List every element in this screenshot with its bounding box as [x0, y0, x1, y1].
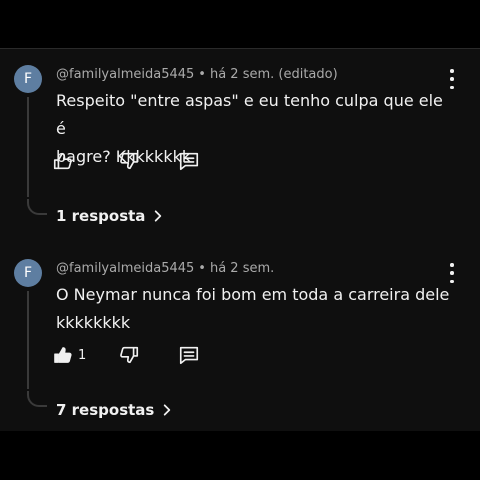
timestamp[interactable]: há 2 sem.	[210, 67, 274, 82]
thumbs-down-icon	[120, 346, 139, 364]
thumbs-up-icon	[53, 152, 72, 170]
reply-button[interactable]	[178, 149, 200, 173]
avatar[interactable]: F	[14, 65, 42, 93]
comment-actions	[52, 149, 212, 173]
thread-curve	[27, 391, 47, 407]
thread-line	[27, 291, 29, 389]
like-count: 1	[78, 347, 87, 363]
view-replies-button[interactable]: 1 resposta	[56, 207, 165, 225]
like-button[interactable]: 1	[52, 343, 86, 367]
thumbs-down-icon	[120, 152, 139, 170]
view-replies-button[interactable]: 7 respostas	[56, 401, 174, 419]
comment-text-line-1: Respeito "entre aspas" e eu tenho culpa …	[56, 91, 443, 138]
author-handle[interactable]: @familyalmeida5445	[56, 261, 194, 276]
dislike-button[interactable]	[118, 149, 140, 173]
thread-line	[27, 97, 29, 197]
thumbs-up-filled-icon	[54, 347, 72, 363]
comment-meta: @familyalmeida5445 • há 2 sem.	[56, 261, 274, 276]
replies-label: 1 resposta	[56, 207, 146, 225]
comment-text-line-1: O Neymar nunca foi bom em toda a carreir…	[56, 285, 450, 304]
reply-icon	[179, 346, 199, 365]
thread-curve	[27, 199, 47, 215]
more-vert-icon[interactable]	[444, 263, 460, 283]
avatar[interactable]: F	[14, 259, 42, 287]
chevron-right-icon	[155, 210, 162, 222]
dislike-button[interactable]	[118, 343, 140, 367]
edited-label: (editado)	[278, 67, 338, 82]
meta-separator: •	[198, 67, 206, 82]
more-vert-icon[interactable]	[444, 69, 460, 89]
comment-text: O Neymar nunca foi bom em toda a carreir…	[56, 281, 456, 337]
author-handle[interactable]: @familyalmeida5445	[56, 67, 194, 82]
reply-icon	[179, 152, 199, 171]
like-button[interactable]	[52, 149, 78, 173]
reply-button[interactable]	[178, 343, 200, 367]
comments-panel: F @familyalmeida5445 • há 2 sem. (editado)…	[0, 48, 480, 431]
replies-label: 7 respostas	[56, 401, 155, 419]
timestamp[interactable]: há 2 sem.	[210, 261, 274, 276]
comment-actions: 1	[52, 343, 212, 367]
meta-separator: •	[198, 261, 206, 276]
comment-meta: @familyalmeida5445 • há 2 sem. (editado)	[56, 67, 338, 82]
chevron-right-icon	[164, 404, 171, 416]
comment-text-line-2: kkkkkkkk	[56, 313, 131, 332]
